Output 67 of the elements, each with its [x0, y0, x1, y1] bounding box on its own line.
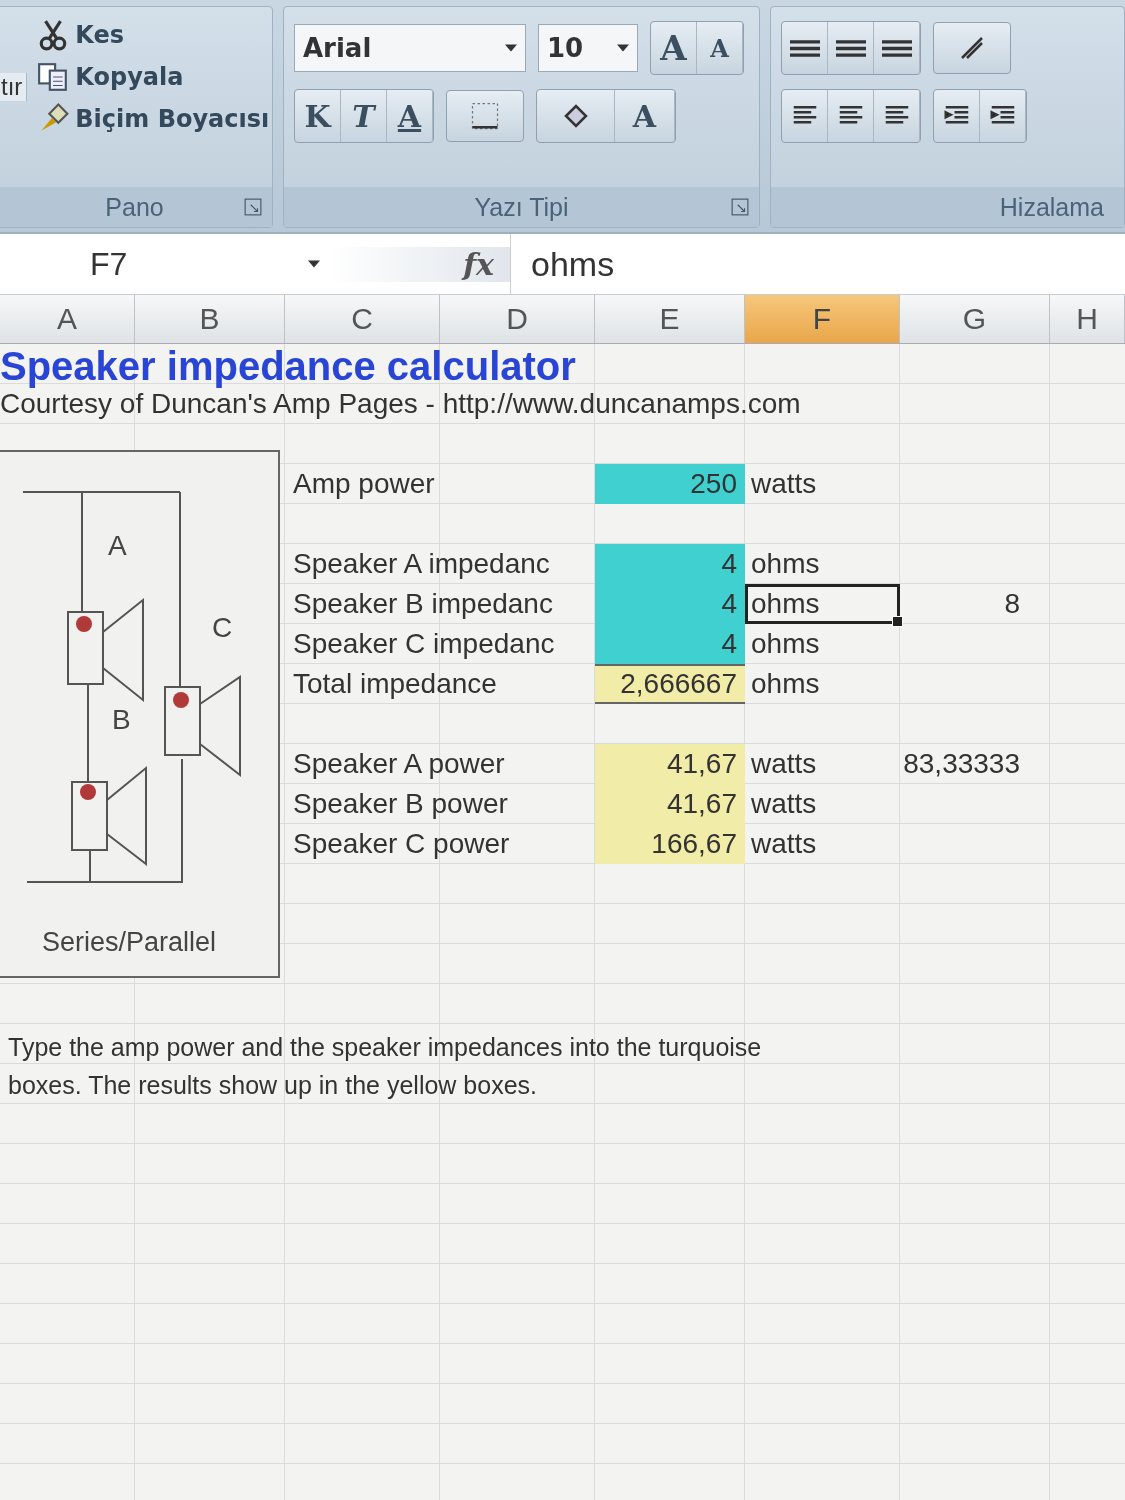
column-header[interactable]: G: [900, 295, 1050, 343]
font-family-dropdown[interactable]: Arial: [294, 24, 526, 72]
instruction-text: Type the amp power and the speaker impedances into the turquoise boxes. The results show up in the yellow boxes.: [7, 1032, 763, 1101]
column-header[interactable]: A: [0, 295, 135, 343]
font-size-dropdown[interactable]: 10: [538, 24, 638, 72]
value-cell[interactable]: 41,67: [595, 784, 745, 824]
row-label: Speaker B impedanc: [292, 587, 554, 621]
column-header[interactable]: D: [440, 295, 595, 343]
speaker-label: A: [108, 530, 127, 562]
underline-button[interactable]: A: [387, 90, 433, 142]
borders-button[interactable]: [446, 90, 524, 142]
grow-font-button[interactable]: A: [651, 22, 697, 74]
number-cell-text: 83,33333: [902, 747, 1021, 781]
caret-icon: [505, 44, 517, 52]
unit-cell[interactable]: ohms: [745, 624, 900, 664]
align-lines-icon: [881, 39, 912, 57]
borders-icon: [470, 101, 500, 131]
unit-cell[interactable]: ohms: [745, 664, 900, 704]
brush-button[interactable]: Biçim Boyacısı: [33, 101, 274, 137]
row-label: Amp power: [292, 467, 436, 501]
column-header[interactable]: F: [745, 295, 900, 343]
name-box[interactable]: F7: [0, 245, 330, 283]
dialog-launcher-icon[interactable]: [244, 198, 262, 216]
shrink-font-button[interactable]: A: [697, 22, 743, 74]
copy-icon: [37, 61, 70, 93]
value-cell[interactable]: 250: [595, 464, 745, 504]
column-header[interactable]: B: [135, 295, 285, 343]
unit-cell[interactable]: ohms: [745, 584, 900, 624]
row-label: Speaker C power: [292, 827, 511, 861]
speaker-label: C: [212, 612, 233, 644]
speaker-label: B: [112, 704, 131, 736]
value-cell[interactable]: 2,666667: [595, 664, 745, 704]
copy-button[interactable]: Kopyala: [33, 59, 274, 95]
cut-button[interactable]: Kes: [33, 17, 274, 53]
caret-icon: [617, 44, 629, 52]
italic-button[interactable]: T: [341, 90, 387, 142]
unit-cell[interactable]: ohms: [745, 544, 900, 584]
value-cell[interactable]: 4: [595, 584, 745, 624]
bold-button[interactable]: K: [295, 90, 341, 142]
group-label: Hizalama: [999, 192, 1104, 222]
diagram-caption: Series/Parallel: [42, 927, 217, 958]
column-header[interactable]: H: [1050, 295, 1125, 343]
caret-icon: [308, 260, 320, 268]
row-label: Speaker A power: [292, 747, 506, 781]
row-label: Total impedance: [292, 667, 498, 701]
unit-cell[interactable]: watts: [745, 744, 900, 784]
unit-cell[interactable]: watts: [745, 464, 900, 504]
row-label: Speaker A impedanc: [292, 547, 551, 581]
value-cell[interactable]: 166,67: [595, 824, 745, 864]
dialog-launcher-icon[interactable]: [731, 198, 749, 216]
orientation-button[interactable]: [933, 22, 1011, 74]
row-label: Speaker B power: [292, 787, 509, 821]
value-cell[interactable]: 4: [595, 624, 745, 664]
unit-cell[interactable]: watts: [745, 824, 900, 864]
row-label: Speaker C impedanc: [292, 627, 556, 661]
align-lines-icon: [789, 39, 820, 57]
group-label: Yazı Tipi: [474, 192, 569, 222]
unit-cell[interactable]: watts: [745, 784, 900, 824]
align-lines-icon: [835, 39, 866, 57]
group-label: Pano: [105, 192, 164, 222]
formula-field[interactable]: ohms: [510, 234, 1125, 294]
value-cell[interactable]: 4: [595, 544, 745, 584]
credit-text: Courtesy of Duncan's Amp Pages - http://www.duncanamps.com: [0, 388, 802, 421]
value-cell[interactable]: 41,67: [595, 744, 745, 784]
number-cell-text: 8: [1003, 587, 1021, 621]
column-header[interactable]: C: [285, 295, 440, 343]
paste-label[interactable]: tır: [0, 73, 28, 101]
